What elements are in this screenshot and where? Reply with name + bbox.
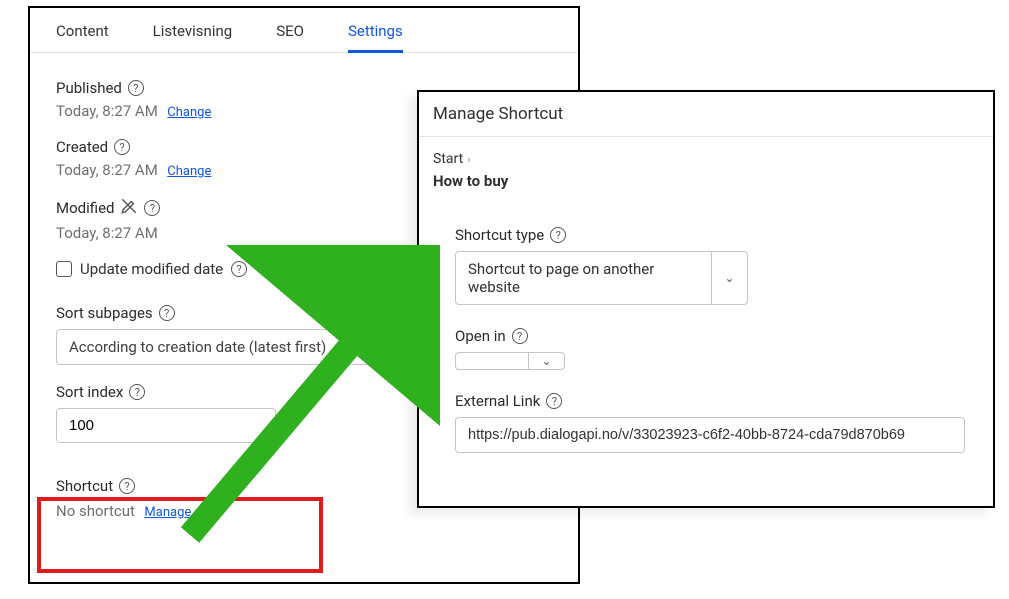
dialog-title: Manage Shortcut — [419, 92, 993, 137]
tab-content[interactable]: Content — [56, 18, 109, 52]
external-link-input[interactable] — [455, 417, 965, 453]
help-icon[interactable]: ? — [546, 393, 562, 409]
published-label: Published — [56, 79, 122, 97]
chevron-down-icon: ⌄ — [711, 252, 747, 304]
published-value: Today, 8:27 AM — [56, 102, 158, 120]
help-icon[interactable]: ? — [119, 478, 135, 494]
manage-shortcut-dialog: Manage Shortcut Start › How to buy Short… — [417, 90, 995, 508]
checkbox-icon[interactable] — [56, 261, 72, 277]
breadcrumb: Start › — [419, 137, 993, 172]
breadcrumb-start[interactable]: Start — [433, 151, 463, 167]
pencil-slash-icon — [120, 197, 138, 219]
help-icon[interactable]: ? — [114, 139, 130, 155]
update-modified-label: Update modified date — [80, 260, 223, 278]
open-in-value — [456, 353, 528, 369]
sort-subpages-label: Sort subpages — [56, 304, 153, 322]
sort-subpages-select[interactable]: According to creation date (latest first… — [56, 329, 386, 365]
modified-value: Today, 8:27 AM — [56, 224, 158, 242]
external-link-label: External Link — [455, 392, 540, 410]
shortcut-type-select[interactable]: Shortcut to page on another website ⌄ — [455, 251, 748, 305]
shortcut-manage-link[interactable]: Manage — [144, 505, 191, 520]
open-in-label: Open in — [455, 327, 506, 345]
chevron-right-icon: › — [467, 153, 470, 166]
dialog-body: Shortcut type ? Shortcut to page on anot… — [419, 190, 993, 453]
help-icon[interactable]: ? — [231, 261, 247, 277]
chevron-down-icon: ⌄ — [528, 353, 564, 369]
shortcut-status: No shortcut — [56, 502, 135, 520]
help-icon[interactable]: ? — [550, 227, 566, 243]
shortcut-type-value: Shortcut to page on another website — [456, 252, 711, 304]
sort-index-input-wrap: ▲ ▼ — [56, 408, 276, 443]
created-label: Created — [56, 138, 108, 156]
chevron-down-icon: ⌄ — [363, 340, 373, 354]
created-value: Today, 8:27 AM — [56, 161, 158, 179]
help-icon[interactable]: ? — [512, 328, 528, 344]
help-icon[interactable]: ? — [128, 80, 144, 96]
open-in-select[interactable]: ⌄ — [455, 352, 565, 370]
tab-listevisning[interactable]: Listevisning — [153, 18, 233, 52]
help-icon[interactable]: ? — [129, 384, 145, 400]
published-change-link[interactable]: Change — [167, 105, 211, 120]
tab-settings[interactable]: Settings — [348, 18, 403, 53]
help-icon[interactable]: ? — [159, 305, 175, 321]
help-icon[interactable]: ? — [144, 200, 160, 216]
created-change-link[interactable]: Change — [167, 164, 211, 179]
breadcrumb-current: How to buy — [419, 172, 993, 190]
tabs: Content Listevisning SEO Settings — [30, 8, 578, 53]
tab-seo[interactable]: SEO — [276, 18, 304, 52]
shortcut-label: Shortcut — [56, 477, 113, 495]
sort-subpages-value: According to creation date (latest first… — [69, 338, 326, 356]
sort-index-input[interactable] — [57, 409, 276, 442]
sort-index-label: Sort index — [56, 383, 123, 401]
modified-label: Modified — [56, 199, 114, 217]
shortcut-type-label: Shortcut type — [455, 226, 544, 244]
